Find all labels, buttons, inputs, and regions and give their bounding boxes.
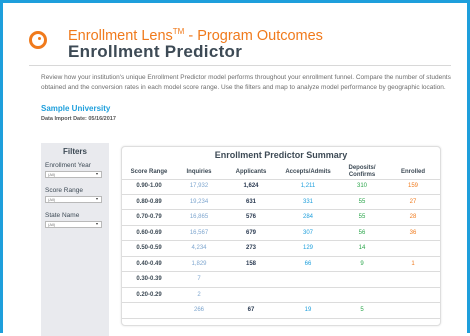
cell-deposits: 5 [360, 307, 364, 313]
cell-inquiries: 19,234 [189, 198, 209, 205]
cell-range: 0.30-0.39 [136, 276, 162, 282]
row-divider [122, 302, 440, 303]
row-divider [122, 224, 440, 226]
column-header-enrolled: Enrolled [400, 169, 425, 175]
cell-range: 0.80-0.89 [136, 198, 162, 205]
cell-range: 0.70-0.79 [136, 214, 162, 220]
enrollment-year-select[interactable]: (All) [45, 171, 102, 178]
summary-panel: Enrollment Predictor Summary Score Range… [121, 146, 441, 326]
institution-name: Sample University [41, 104, 111, 113]
cell-inquiries: 266 [193, 307, 204, 313]
cell-accepts: 307 [302, 229, 313, 236]
cell-range: 0.20-0.29 [136, 291, 162, 298]
cell-applicants: 67 [247, 307, 255, 313]
cell-deposits: 55 [358, 214, 366, 220]
cell-deposits: 310 [356, 183, 367, 189]
filters-panel: Filters Enrollment Year (All) Score Rang… [41, 143, 109, 336]
app-frame: Enrollment LensTM - Program Outcomes Enr… [0, 0, 470, 336]
cell-applicants: 631 [245, 198, 256, 205]
filter-label-score-range: Score Range [45, 187, 83, 194]
column-header-applicants: Applicants [235, 169, 267, 175]
cell-applicants: 679 [245, 229, 256, 236]
cell-inquiries: 16,865 [189, 214, 209, 220]
import-date: Data Import Date: 05/16/2017 [41, 116, 116, 122]
summary-title: Enrollment Predictor Summary [214, 150, 348, 160]
cell-applicants: 273 [245, 245, 256, 251]
chevron-down-icon [96, 173, 98, 175]
enrollment-year-value: (All) [48, 172, 56, 177]
row-divider [122, 240, 440, 241]
cell-inquiries: 17,932 [189, 183, 209, 189]
column-header-inquiries: Inquiries [186, 169, 212, 175]
cell-deposits: 55 [358, 198, 366, 205]
header-rule [122, 179, 440, 180]
chevron-down-icon [96, 198, 98, 200]
cell-deposits: 14 [358, 245, 366, 251]
cell-deposits: 9 [360, 260, 364, 267]
cell-enrolled: 1 [411, 260, 415, 267]
cell-range: 0.50-0.59 [136, 245, 162, 251]
filter-label-state-name: State Name [45, 212, 80, 219]
header-divider [29, 65, 451, 66]
cell-enrolled: 36 [409, 229, 417, 236]
state-name-value: (All) [48, 222, 56, 227]
trademark-mark: TM [172, 27, 185, 36]
cell-range: 0.60-0.69 [136, 229, 162, 236]
score-range-select[interactable]: (All) [45, 196, 102, 203]
row-divider [122, 317, 440, 319]
filters-title: Filters [62, 147, 87, 156]
filter-label-enrollment-year: Enrollment Year [45, 162, 91, 169]
page-title: Enrollment Predictor [68, 42, 243, 61]
cell-inquiries: 4,234 [191, 245, 207, 251]
cell-inquiries: 16,567 [189, 229, 209, 236]
chevron-down-icon [96, 223, 98, 225]
column-header-accepts-admits: Accepts/Admits [285, 169, 331, 175]
cell-accepts: 1,211 [300, 183, 316, 189]
enrollment-lens-logo-icon [29, 31, 47, 49]
cell-range: 0.40-0.49 [136, 260, 162, 267]
page-header: Enrollment LensTM - Program Outcomes Enr… [29, 27, 449, 65]
row-divider [122, 255, 440, 257]
column-header-deposits-confirms: Deposits/ Confirms [348, 165, 376, 178]
cell-deposits: 56 [358, 229, 366, 236]
cell-enrolled: 159 [407, 183, 418, 189]
cell-enrolled: 28 [409, 214, 417, 220]
cell-accepts: 129 [302, 245, 313, 251]
cell-range: 0.90-1.00 [136, 183, 162, 189]
cell-applicants: 1,624 [243, 183, 259, 189]
cell-enrolled: 27 [409, 198, 417, 205]
row-divider [122, 271, 440, 272]
cell-inquiries: 7 [197, 276, 201, 282]
cell-inquiries: 2 [197, 291, 201, 298]
cell-accepts: 284 [302, 214, 313, 220]
cell-accepts: 19 [304, 307, 312, 313]
score-range-value: (All) [48, 197, 56, 202]
cell-applicants: 158 [245, 260, 256, 267]
state-name-select[interactable]: (All) [45, 221, 102, 228]
row-divider [122, 193, 440, 195]
cell-accepts: 331 [302, 198, 313, 205]
row-divider [122, 286, 440, 288]
cell-accepts: 66 [304, 260, 312, 267]
cell-inquiries: 1,829 [191, 260, 207, 267]
row-divider [122, 209, 440, 210]
cell-applicants: 576 [245, 214, 256, 220]
column-header-score-range: Score Range [130, 169, 168, 175]
page-description: Review how your institution's unique Enr… [41, 74, 451, 91]
